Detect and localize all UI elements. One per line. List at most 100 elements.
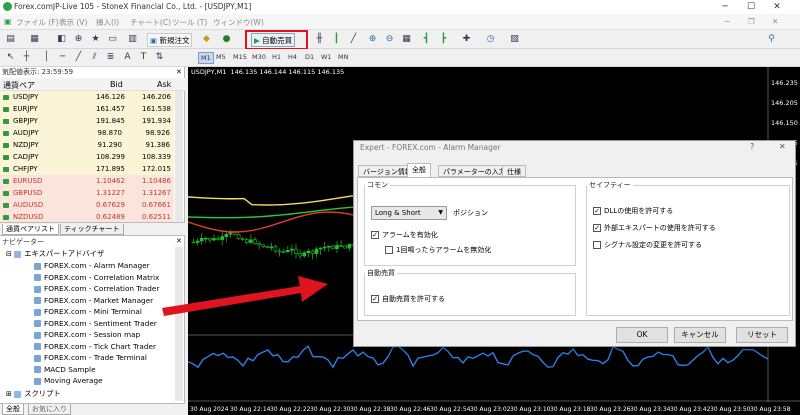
strategy-tester-icon[interactable]: ▥: [126, 33, 139, 46]
nav-folder-experts[interactable]: ⊟ エキスパートアドバイザ: [6, 248, 104, 259]
new-order-button[interactable]: ▣ 新規注文: [147, 33, 193, 47]
terminal-icon[interactable]: ▭: [106, 33, 119, 46]
cancel-button[interactable]: キャンセル: [674, 327, 726, 343]
nav-expert-item[interactable]: FOREX.com - Trade Terminal: [34, 352, 147, 363]
account-icon[interactable]: ●: [220, 33, 233, 46]
tf-M30[interactable]: M30: [250, 52, 268, 62]
autotrade-allow-checkbox[interactable]: ✓ 自動売買を許可する: [371, 294, 445, 304]
nav-expert-item[interactable]: FOREX.com - Sentiment Trader: [34, 318, 157, 329]
tf-W1[interactable]: W1: [319, 52, 334, 62]
chart-shift-icon[interactable]: ┫: [420, 33, 433, 46]
nav-expert-item[interactable]: FOREX.com - Tick Chart Trader: [34, 341, 156, 352]
autotrade-allow-label: 自動売買を許可する: [382, 295, 445, 303]
data-window-icon[interactable]: ⊕: [72, 33, 85, 46]
arrows-icon[interactable]: ⇅: [153, 51, 166, 64]
ext-expert-checkbox[interactable]: ✓ 外部エキスパートの使用を許可する: [593, 223, 716, 233]
zoom-out-icon[interactable]: ⊖: [383, 33, 396, 46]
tab-inputs[interactable]: パラメーターの入力: [438, 165, 511, 177]
menu-chart[interactable]: チャート(C): [130, 17, 171, 28]
tab-symbols[interactable]: 通貨ペアリスト: [2, 224, 59, 235]
trendline-icon[interactable]: ╱: [72, 51, 85, 64]
tf-M5[interactable]: M5: [214, 52, 228, 62]
close-button[interactable]: ✕: [766, 0, 788, 14]
search-icon[interactable]: ⚲: [765, 33, 778, 46]
expert-icon: [34, 297, 41, 304]
line-chart-icon[interactable]: ╱: [347, 33, 360, 46]
mdi-restore-button[interactable]: ❐: [748, 17, 755, 26]
menu-window[interactable]: ウィンドウ(W): [213, 17, 264, 28]
collapse-icon: ⊟: [6, 250, 12, 258]
dialog-close-button[interactable]: ✕: [779, 142, 786, 151]
tab-general[interactable]: 全般: [407, 163, 431, 177]
tf-M15[interactable]: M15: [231, 52, 249, 62]
nav-expert-item[interactable]: FOREX.com - Market Manager: [34, 295, 153, 306]
alarm-enable-checkbox[interactable]: ✓ アラームを有効化: [371, 230, 438, 240]
nav-expert-item[interactable]: MACD Sample: [34, 364, 96, 375]
vertical-line-icon[interactable]: │: [40, 51, 53, 64]
tab-favorites[interactable]: お気に入り: [28, 404, 71, 415]
profiles-icon[interactable]: ▦: [28, 33, 41, 46]
col-bid[interactable]: Bid: [110, 80, 123, 89]
ok-button[interactable]: OK: [616, 327, 668, 343]
nav-expert-item[interactable]: FOREX.com - Correlation Matrix: [34, 272, 159, 283]
periods-icon[interactable]: ◷: [484, 33, 497, 46]
nav-expert-item[interactable]: Moving Average: [34, 375, 103, 386]
tf-D1[interactable]: D1: [303, 52, 316, 62]
market-watch-scrollbar[interactable]: [175, 91, 183, 222]
bar-chart-icon[interactable]: ╫: [313, 33, 326, 46]
menu-tools[interactable]: ツール (T): [172, 17, 207, 28]
label-tool-icon[interactable]: T: [137, 51, 150, 64]
cursor-icon[interactable]: ↖: [4, 51, 17, 64]
symbol-icon: [3, 107, 9, 112]
navigator-scrollbar[interactable]: [175, 247, 183, 401]
nav-expert-item[interactable]: FOREX.com - Correlation Trader: [34, 283, 159, 294]
position-select[interactable]: Long & Short ▼: [371, 206, 447, 220]
menu-view[interactable]: 表示 (V): [59, 17, 87, 28]
market-watch-icon[interactable]: ◧: [55, 33, 68, 46]
zoom-in-icon[interactable]: ⊕: [366, 33, 379, 46]
navigator-icon[interactable]: ★: [89, 33, 102, 46]
tab-common[interactable]: 全般: [2, 404, 24, 415]
tile-windows-icon[interactable]: ▦: [400, 33, 413, 46]
nav-expert-item[interactable]: FOREX.com - Alarm Manager: [34, 260, 150, 271]
tf-MN[interactable]: MN: [336, 52, 350, 62]
dll-checkbox[interactable]: ✓ DLLの使用を許可する: [593, 206, 673, 216]
metaeditor-icon[interactable]: ◆: [200, 33, 213, 46]
symbol-icon: [3, 203, 9, 208]
reset-button[interactable]: リセット: [736, 327, 788, 343]
menu-file[interactable]: ファイル (F): [16, 17, 59, 28]
tf-M1[interactable]: M1: [198, 52, 214, 64]
nav-expert-item[interactable]: FOREX.com - Session map: [34, 329, 140, 340]
signal-checkbox[interactable]: シグナル設定の変更を許可する: [593, 240, 702, 250]
templates-icon[interactable]: ▧: [508, 33, 521, 46]
menu-insert[interactable]: 挿入(I): [96, 17, 119, 28]
candlestick-icon[interactable]: ┃: [330, 33, 343, 46]
alarm-enable-label: アラームを有効化: [382, 231, 438, 239]
chart-menu-icon[interactable]: ▣: [4, 17, 12, 26]
channel-icon[interactable]: ⫽: [88, 51, 101, 64]
tab-dependencies[interactable]: 仕様: [502, 165, 526, 177]
nav-folder-scripts[interactable]: ⊞ スクリプト: [6, 388, 61, 399]
col-ask[interactable]: Ask: [157, 80, 171, 89]
tf-H4[interactable]: H4: [286, 52, 299, 62]
indicators-icon[interactable]: ✚: [460, 33, 473, 46]
tab-tick-chart[interactable]: ティックチャート: [60, 224, 124, 235]
help-button[interactable]: ?: [750, 142, 754, 151]
tf-H1[interactable]: H1: [270, 52, 283, 62]
text-tool-icon[interactable]: A: [121, 51, 134, 64]
mdi-close-button[interactable]: ✕: [772, 17, 778, 26]
new-chart-icon[interactable]: ▤: [4, 33, 17, 46]
market-watch-close-icon[interactable]: ✕: [176, 68, 182, 76]
alarm-once-checkbox[interactable]: 1回鳴ったらアラームを無効化: [385, 245, 491, 255]
minimize-button[interactable]: ─: [714, 0, 736, 14]
navigator-close-icon[interactable]: ✕: [176, 237, 182, 245]
horizontal-line-icon[interactable]: ─: [56, 51, 69, 64]
col-pair[interactable]: 通貨ペア: [3, 80, 35, 91]
crosshair-icon[interactable]: ┼: [20, 51, 33, 64]
nav-expert-item[interactable]: FOREX.com - Mini Terminal: [34, 306, 142, 317]
maximize-button[interactable]: ☐: [740, 0, 762, 14]
autoscroll-icon[interactable]: ┣: [437, 33, 450, 46]
fibonacci-icon[interactable]: ≣: [104, 51, 117, 64]
new-order-label: 新規注文: [159, 36, 190, 45]
mdi-minimize-button[interactable]: ─: [725, 17, 730, 26]
